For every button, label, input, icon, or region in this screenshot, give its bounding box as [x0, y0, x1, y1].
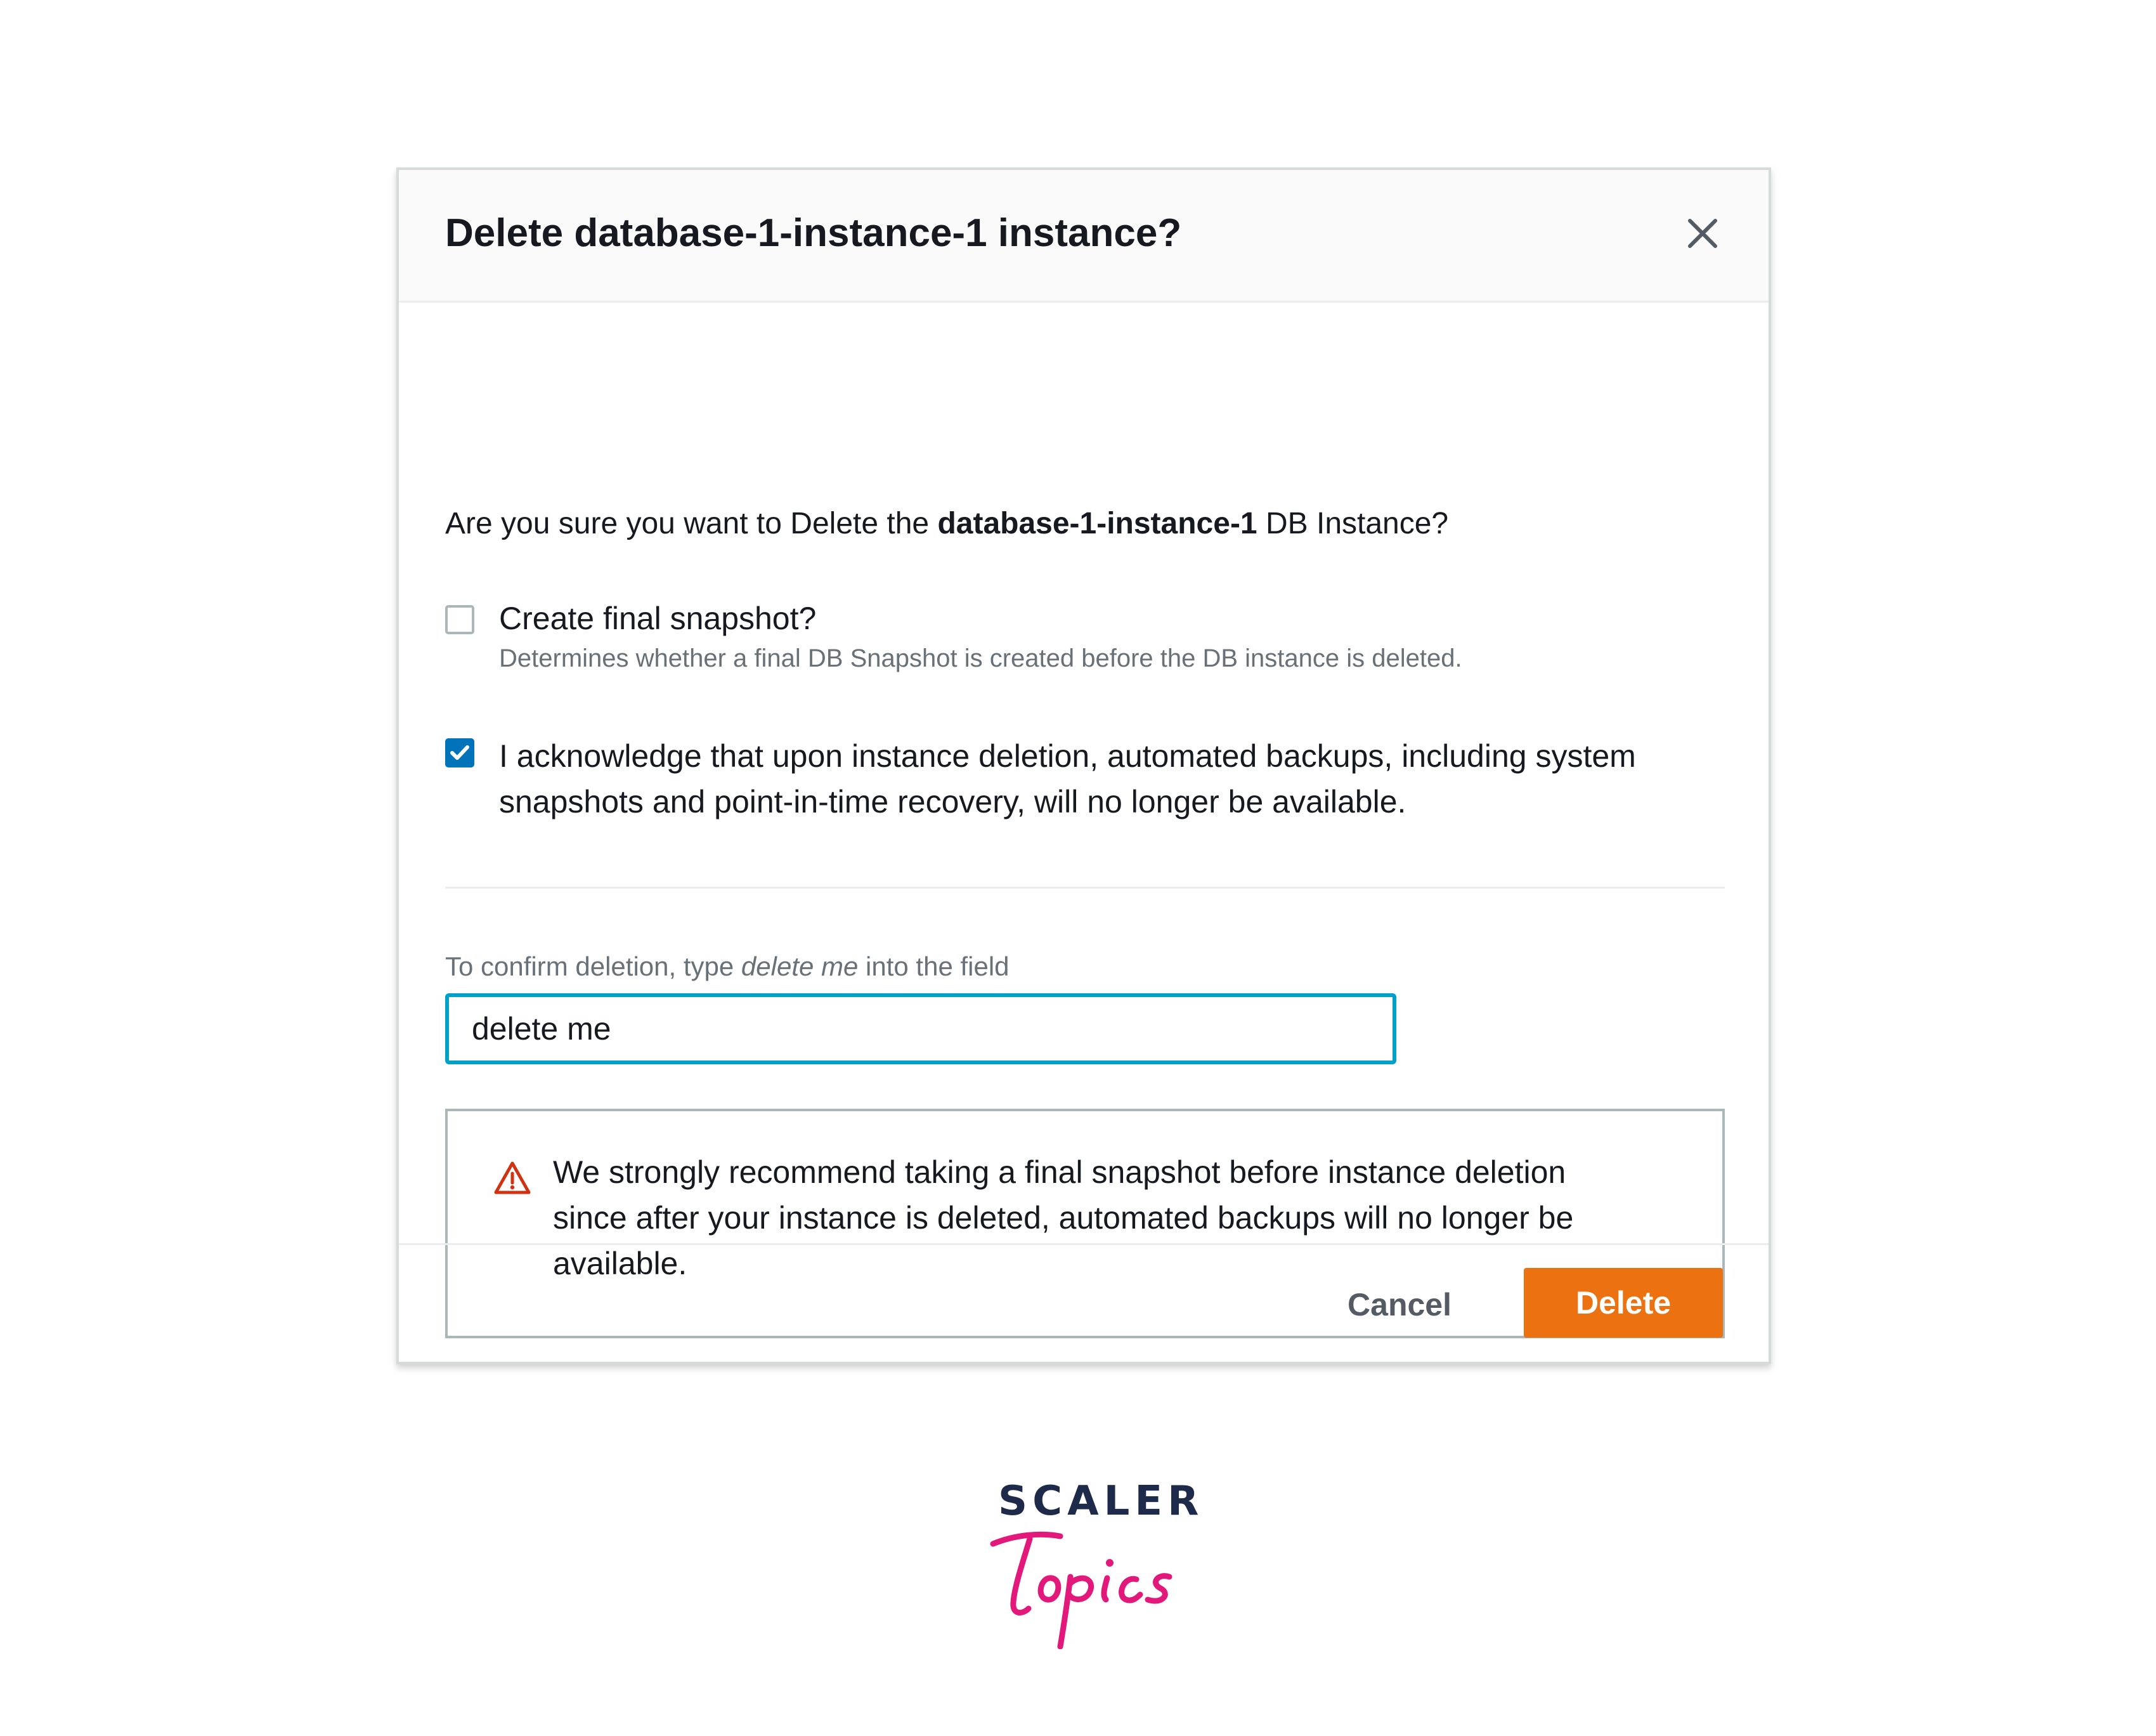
checkmark-icon: [450, 745, 469, 760]
modal-title: Delete database-1-instance-1 instance?: [445, 211, 1182, 255]
delete-button[interactable]: Delete: [1524, 1268, 1723, 1338]
question-suffix: DB Instance?: [1257, 507, 1449, 540]
create-final-snapshot-description: Determines whether a final DB Snapshot i…: [499, 644, 1462, 672]
delete-instance-modal: Delete database-1-instance-1 instance? A…: [396, 167, 1771, 1364]
question-prefix: Are you sure you want to Delete the: [445, 507, 938, 540]
acknowledge-label: I acknowledge that upon instance deletio…: [499, 733, 1636, 825]
create-final-snapshot-checkbox[interactable]: [445, 605, 474, 634]
modal-header: Delete database-1-instance-1 instance?: [399, 170, 1769, 303]
logo-topics-script: [990, 1531, 1172, 1649]
question-instance-name: database-1-instance-1: [937, 507, 1257, 540]
divider: [445, 887, 1725, 889]
confirm-label-suffix: into the field: [858, 951, 1010, 981]
cancel-button[interactable]: Cancel: [1341, 1270, 1458, 1339]
logo-scaler-text: SCALER: [998, 1478, 1204, 1525]
create-final-snapshot-label: Create final snapshot?: [499, 601, 817, 636]
confirm-deletion-label: To confirm deletion, type delete me into…: [445, 951, 1010, 982]
confirm-deletion-input[interactable]: [445, 993, 1396, 1064]
delete-question: Are you sure you want to Delete the data…: [445, 506, 1448, 541]
page: Delete database-1-instance-1 instance? A…: [0, 0, 2156, 1736]
acknowledge-label-line2: snapshots and point-in-time recovery, wi…: [499, 784, 1406, 819]
close-icon[interactable]: [1682, 213, 1723, 254]
warning-triangle-icon: [493, 1159, 531, 1198]
acknowledge-checkbox[interactable]: [445, 738, 474, 767]
confirm-label-keyword: delete me: [741, 951, 859, 981]
confirm-label-prefix: To confirm deletion, type: [445, 951, 741, 981]
modal-footer: Cancel Delete: [399, 1243, 1769, 1362]
scaler-topics-logo: SCALER: [989, 1478, 1198, 1649]
acknowledge-label-line1: I acknowledge that upon instance deletio…: [499, 738, 1636, 774]
